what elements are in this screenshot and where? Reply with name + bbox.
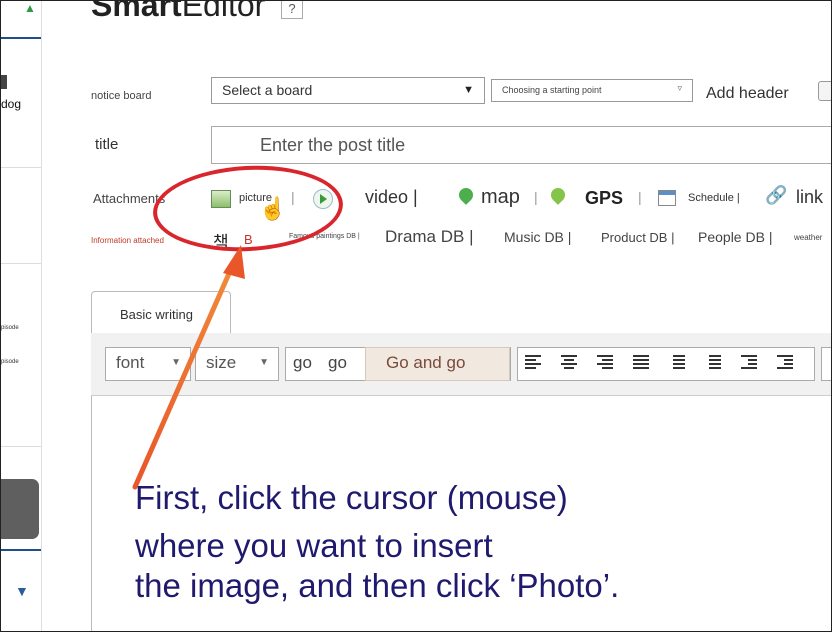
align-right-icon[interactable] bbox=[597, 355, 613, 371]
chevron-down-icon: ▼ bbox=[463, 84, 474, 96]
starting-point-select[interactable]: Choosing a starting point ▿ bbox=[491, 79, 693, 102]
indent-icon[interactable] bbox=[777, 355, 793, 371]
map-pin-icon[interactable] bbox=[456, 185, 476, 205]
link-icon[interactable]: 🔗 bbox=[765, 185, 787, 206]
attach-map-button[interactable]: map bbox=[481, 186, 520, 209]
separator: | bbox=[638, 189, 642, 205]
sidebar-divider bbox=[1, 549, 41, 551]
product-db-button[interactable]: Product DB | bbox=[601, 230, 674, 245]
chevron-down-icon: ▼ bbox=[171, 357, 181, 368]
title-placeholder: Enter the post title bbox=[260, 135, 406, 155]
calendar-icon[interactable] bbox=[658, 190, 676, 206]
bullet-list-icon[interactable] bbox=[705, 355, 721, 371]
board-select-value: Select a board bbox=[222, 82, 313, 98]
font-select-label: font bbox=[116, 353, 145, 372]
font-select[interactable]: font ▼ bbox=[105, 347, 191, 381]
title-input[interactable]: Enter the post title bbox=[211, 126, 831, 164]
page-title: SmartEditor bbox=[91, 0, 266, 24]
size-select-label: size bbox=[206, 353, 237, 372]
screenshot-frame: ▲ dog pisode pisode ▼ SmartEditor ? noti… bbox=[0, 0, 832, 632]
hand-cursor-icon: ☝ bbox=[259, 196, 287, 221]
instruction-line-3: the image, and then click ‘Photo’. bbox=[135, 567, 620, 604]
drama-db-button[interactable]: Drama DB | bbox=[385, 227, 474, 247]
gps-pin-icon[interactable] bbox=[548, 185, 568, 205]
brand-thin: Editor bbox=[181, 0, 266, 23]
tab-label: Basic writing bbox=[120, 307, 193, 322]
strikethrough-button[interactable]: Go and go bbox=[365, 347, 510, 381]
sidebar-divider bbox=[1, 263, 41, 264]
align-left-icon[interactable] bbox=[525, 355, 541, 371]
info-attached-label: Information attached bbox=[91, 236, 164, 245]
toolbar-overflow[interactable] bbox=[821, 347, 831, 381]
sidebar-button[interactable] bbox=[1, 479, 39, 539]
instruction-line-2: where you want to insert bbox=[135, 527, 493, 564]
music-db-button[interactable]: Music DB | bbox=[504, 229, 571, 245]
starting-point-value: Choosing a starting point bbox=[502, 85, 602, 95]
numbered-list-icon[interactable] bbox=[669, 355, 685, 371]
chevron-down-icon[interactable]: ▼ bbox=[15, 583, 29, 599]
align-center-icon[interactable] bbox=[561, 355, 577, 371]
expand-icon[interactable]: ▲ bbox=[21, 1, 39, 15]
sidebar-marker bbox=[1, 75, 7, 89]
outdent-icon[interactable] bbox=[741, 355, 757, 371]
justify-icon[interactable] bbox=[633, 355, 649, 371]
add-header-label: Add header bbox=[706, 85, 789, 102]
go-and-go-label: Go and go bbox=[386, 353, 466, 372]
weather-db-button[interactable]: weather bbox=[794, 233, 822, 242]
sidebar-divider bbox=[1, 446, 41, 447]
people-db-button[interactable]: People DB | bbox=[698, 229, 772, 245]
separator: | bbox=[534, 189, 538, 205]
add-header-checkbox[interactable] bbox=[818, 81, 831, 101]
board-select[interactable]: Select a board ▼ bbox=[211, 77, 485, 104]
help-button[interactable]: ? bbox=[281, 1, 303, 19]
sidebar-divider bbox=[1, 167, 41, 168]
attach-video-button[interactable]: video | bbox=[365, 187, 418, 208]
highlight-ellipse bbox=[150, 161, 346, 256]
attach-gps-button[interactable]: GPS bbox=[585, 188, 623, 209]
brand-bold: Smart bbox=[91, 0, 182, 23]
sidebar-item-dog[interactable]: dog bbox=[1, 97, 21, 111]
attach-schedule-button[interactable]: Schedule | bbox=[688, 192, 740, 204]
chevron-down-icon: ▿ bbox=[677, 83, 682, 93]
sidebar-item-episode[interactable]: pisode bbox=[1, 359, 19, 365]
sidebar-divider bbox=[1, 37, 41, 39]
italic-button[interactable]: go bbox=[328, 353, 347, 373]
left-sidebar: ▲ dog pisode pisode ▼ bbox=[1, 1, 42, 631]
notice-board-label: notice board bbox=[91, 90, 152, 102]
instruction-line-1: First, click the cursor (mouse) bbox=[135, 479, 568, 516]
attach-link-button[interactable]: link bbox=[796, 187, 823, 208]
sidebar-item-episode[interactable]: pisode bbox=[1, 325, 19, 331]
size-select[interactable]: size ▼ bbox=[195, 347, 279, 381]
bold-button[interactable]: go bbox=[293, 353, 312, 373]
tab-basic-writing[interactable]: Basic writing bbox=[91, 291, 231, 334]
title-label: title bbox=[95, 136, 119, 153]
chevron-down-icon: ▼ bbox=[259, 357, 269, 368]
